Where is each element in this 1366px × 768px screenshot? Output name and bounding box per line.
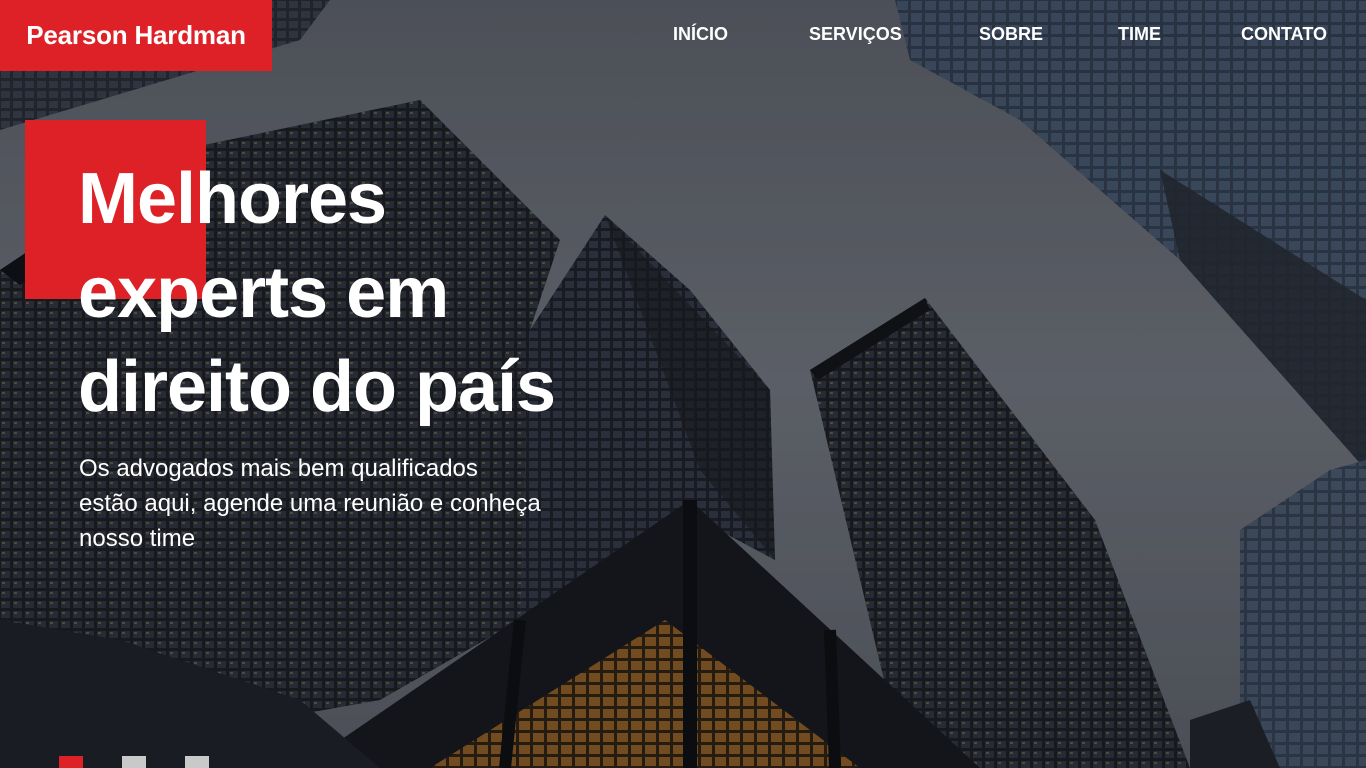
- hero-section: Pearson Hardman INÍCIO SERVIÇOS SOBRE TI…: [0, 0, 1366, 768]
- nav-item-inicio[interactable]: INÍCIO: [673, 24, 728, 45]
- headline-line: direito do país: [78, 347, 556, 427]
- slider-dot-2[interactable]: [122, 756, 146, 768]
- nav-item-sobre[interactable]: SOBRE: [979, 24, 1043, 45]
- hero-headline: Melhores experts em direito do país: [78, 152, 638, 434]
- brand-logo[interactable]: Pearson Hardman: [0, 0, 272, 71]
- slider-dot-3[interactable]: [185, 756, 209, 768]
- subtext-line: Os advogados mais bem qualificados: [79, 455, 478, 482]
- slider-dot-1[interactable]: [59, 756, 83, 768]
- nav-item-time[interactable]: TIME: [1118, 24, 1161, 45]
- subtext-line: nosso time: [79, 525, 196, 552]
- headline-line: Melhores: [78, 159, 387, 239]
- headline-line: experts em: [78, 253, 449, 333]
- nav-item-servicos[interactable]: SERVIÇOS: [809, 24, 902, 45]
- nav-item-contato[interactable]: CONTATO: [1241, 24, 1327, 45]
- subtext-line: estão aqui, agende uma reunião e conheça: [79, 490, 541, 517]
- hero-subtext: Os advogados mais bem qualificados estão…: [79, 451, 639, 556]
